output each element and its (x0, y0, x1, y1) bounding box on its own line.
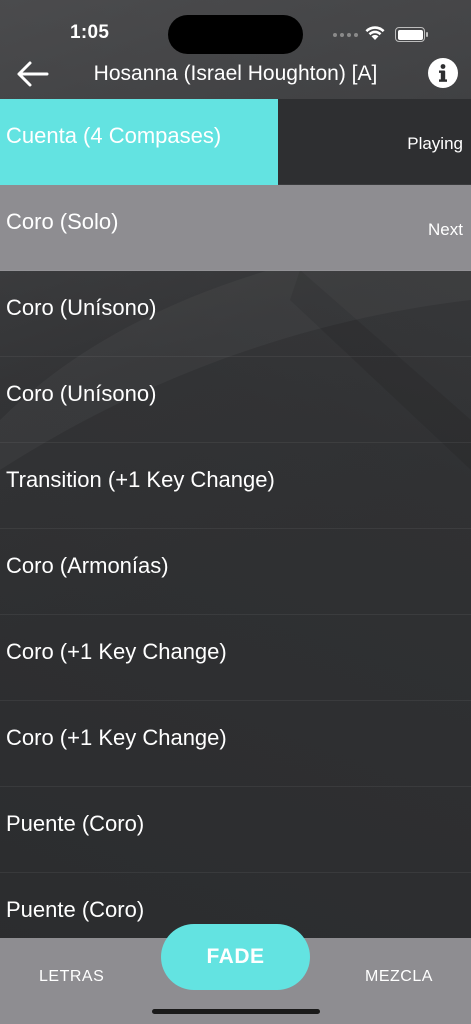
section-row[interactable]: Coro (Armonías) (0, 529, 471, 615)
section-row[interactable]: Coro (Unísono) (0, 271, 471, 357)
section-label: Coro (Unísono) (6, 295, 157, 320)
section-row[interactable]: Transition (+1 Key Change) (0, 443, 471, 529)
section-label: Coro (+1 Key Change) (6, 639, 227, 664)
info-button[interactable] (428, 58, 458, 88)
arrow-left-icon (17, 61, 49, 87)
section-label: Transition (+1 Key Change) (6, 467, 275, 492)
section-label: Coro (+1 Key Change) (6, 725, 227, 750)
cellular-signal-icon (333, 33, 358, 37)
section-row[interactable]: Coro (+1 Key Change) (0, 615, 471, 701)
section-label: Puente (Coro) (6, 897, 145, 922)
status-bar: 1:05 (0, 0, 471, 54)
section-row[interactable]: Coro (+1 Key Change) (0, 701, 471, 787)
section-label: Coro (Armonías) (6, 553, 169, 578)
song-title: Hosanna (Israel Houghton) [A] (93, 62, 378, 85)
dynamic-island (168, 15, 303, 54)
section-row-next[interactable]: Coro (Solo) Next (0, 185, 471, 271)
section-row-playing[interactable]: Cuenta (4 Compases) Playing (0, 99, 471, 185)
tab-mezcla[interactable]: MEZCLA (365, 968, 433, 986)
section-row[interactable]: Puente (Coro) (0, 787, 471, 873)
next-status: Next (428, 220, 463, 239)
home-indicator (152, 1009, 320, 1014)
section-label: Puente (Coro) (6, 811, 145, 836)
tab-letras[interactable]: LETRAS (39, 968, 104, 986)
back-button[interactable] (12, 56, 52, 92)
section-row[interactable]: Coro (Unísono) (0, 357, 471, 443)
navigation-bar: Hosanna (Israel Houghton) [A] (0, 54, 471, 98)
fade-button[interactable]: FADE (161, 924, 310, 990)
battery-icon (395, 27, 428, 42)
info-icon (439, 64, 447, 82)
section-label: Coro (Unísono) (6, 381, 157, 406)
wifi-icon (365, 26, 385, 40)
playing-status: Playing (407, 134, 463, 153)
section-label: Cuenta (4 Compases) (6, 123, 222, 148)
section-list: Cuenta (4 Compases) Playing Coro (Solo) … (0, 99, 471, 959)
section-label: Coro (Solo) (6, 209, 119, 234)
status-time: 1:05 (70, 22, 110, 43)
